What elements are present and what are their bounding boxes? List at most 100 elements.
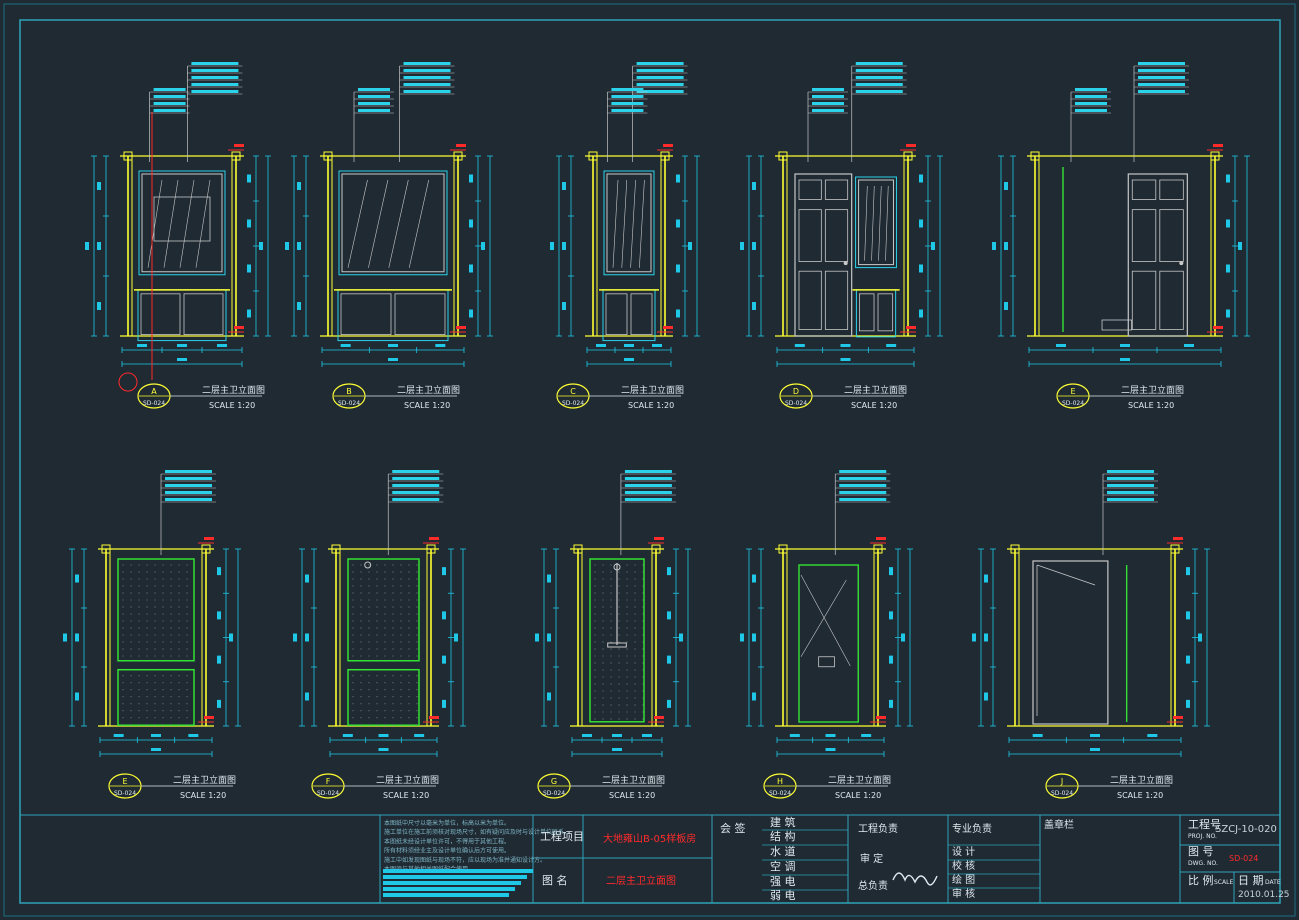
tile-dot (130, 571, 132, 573)
leader-note (855, 69, 903, 72)
tile-dot (408, 641, 410, 643)
tile-dot (376, 648, 378, 650)
tile-dot (416, 689, 418, 691)
tile-dot (626, 634, 628, 636)
tile-dot (352, 675, 354, 677)
tile-dot (186, 634, 188, 636)
tile-dot (360, 710, 362, 712)
dim-text (1056, 344, 1066, 347)
tile-dot (154, 613, 156, 615)
tile-dot (138, 627, 140, 629)
elevation-sheet: SD-024 (543, 790, 565, 797)
tile-dot (138, 703, 140, 705)
tile-dot (384, 703, 386, 705)
tile-dot (626, 571, 628, 573)
tile-dot (634, 718, 636, 720)
elevation-sheet: SD-024 (143, 400, 165, 407)
tile-dot (138, 564, 140, 566)
tile-dot (146, 613, 148, 615)
tile-dot (610, 690, 612, 692)
tile-dot (602, 620, 604, 622)
tile-dot (610, 599, 612, 601)
tile-dot (618, 704, 620, 706)
dim-text (442, 699, 446, 708)
drawing-no: SD-024 (1229, 854, 1258, 863)
elevation-sheet: SD-024 (1062, 400, 1084, 407)
tile-dot (154, 689, 156, 691)
tile-dot (138, 599, 140, 601)
dim-text (75, 692, 79, 701)
tile-dot (360, 717, 362, 719)
tile-dot (602, 627, 604, 629)
leader-note (611, 95, 644, 98)
tile-dot (610, 655, 612, 657)
tile-dot (162, 675, 164, 677)
leader-note (1107, 484, 1154, 487)
tile-dot (122, 724, 124, 726)
level-text (876, 537, 886, 540)
tile-dot (618, 655, 620, 657)
elevation-title-text: 二层主卫立面图 (397, 384, 460, 396)
tile-dot (610, 592, 612, 594)
tile-dot (602, 613, 604, 615)
cabinet-door (859, 293, 875, 332)
elevation-title-text: 二层主卫立面图 (828, 774, 891, 786)
elevation-b: B SD-024 二层主卫立面图 SCALE 1:20 (285, 62, 493, 410)
door-opening (1032, 560, 1109, 725)
tile-dot (352, 724, 354, 726)
tile-dot (376, 613, 378, 615)
tile-dot (602, 571, 604, 573)
tile-dot (384, 724, 386, 726)
discipline-3: 水 道 (770, 844, 796, 858)
dim-text (247, 219, 251, 228)
leader-note (392, 484, 440, 487)
door-knob (1179, 261, 1184, 266)
tile-dot (626, 641, 628, 643)
mirror-glare (878, 185, 882, 261)
tile-dot (138, 613, 140, 615)
tile-dot (368, 606, 370, 608)
tile-dot (130, 710, 132, 712)
tile-dot (626, 592, 628, 594)
tile-dot (642, 592, 644, 594)
tile-dot (146, 627, 148, 629)
elevation-scale: SCALE 1:20 (1128, 401, 1174, 410)
dim-text (305, 633, 309, 642)
dim-text (919, 174, 923, 183)
tile-dot (122, 655, 124, 657)
tile-dot (122, 696, 124, 698)
tile-dot (170, 606, 172, 608)
door-swing (1036, 564, 1096, 586)
dim-text (931, 242, 935, 250)
tile-dot (122, 641, 124, 643)
mirror-frame (603, 170, 655, 276)
tile-dot (618, 683, 620, 685)
tile-field (117, 558, 195, 662)
tile-dot (368, 613, 370, 615)
note-bar (383, 887, 515, 891)
dim-text (75, 574, 79, 583)
dim-text (984, 574, 988, 583)
tile-dot (138, 689, 140, 691)
leader-note (855, 76, 903, 79)
tile-dot (360, 585, 362, 587)
level-text (234, 144, 244, 147)
tile-dot (368, 724, 370, 726)
tile-dot (154, 564, 156, 566)
tile-dot (130, 682, 132, 684)
leader-note (165, 470, 212, 473)
dim-text (667, 655, 671, 664)
tile-dot (618, 697, 620, 699)
leader-note (191, 69, 239, 72)
tile-dot (408, 599, 410, 601)
tile-dot (602, 676, 604, 678)
tile-dot (130, 634, 132, 636)
tile-dot (392, 627, 394, 629)
tile-dot (146, 571, 148, 573)
mirror-frame (855, 176, 897, 269)
dim-text (789, 734, 800, 737)
leader-note (636, 90, 684, 93)
elevation-title: C SD-024 二层主卫立面图 SCALE 1:20 (556, 383, 684, 410)
mirror-glare (368, 179, 389, 268)
tile-dot (122, 620, 124, 622)
